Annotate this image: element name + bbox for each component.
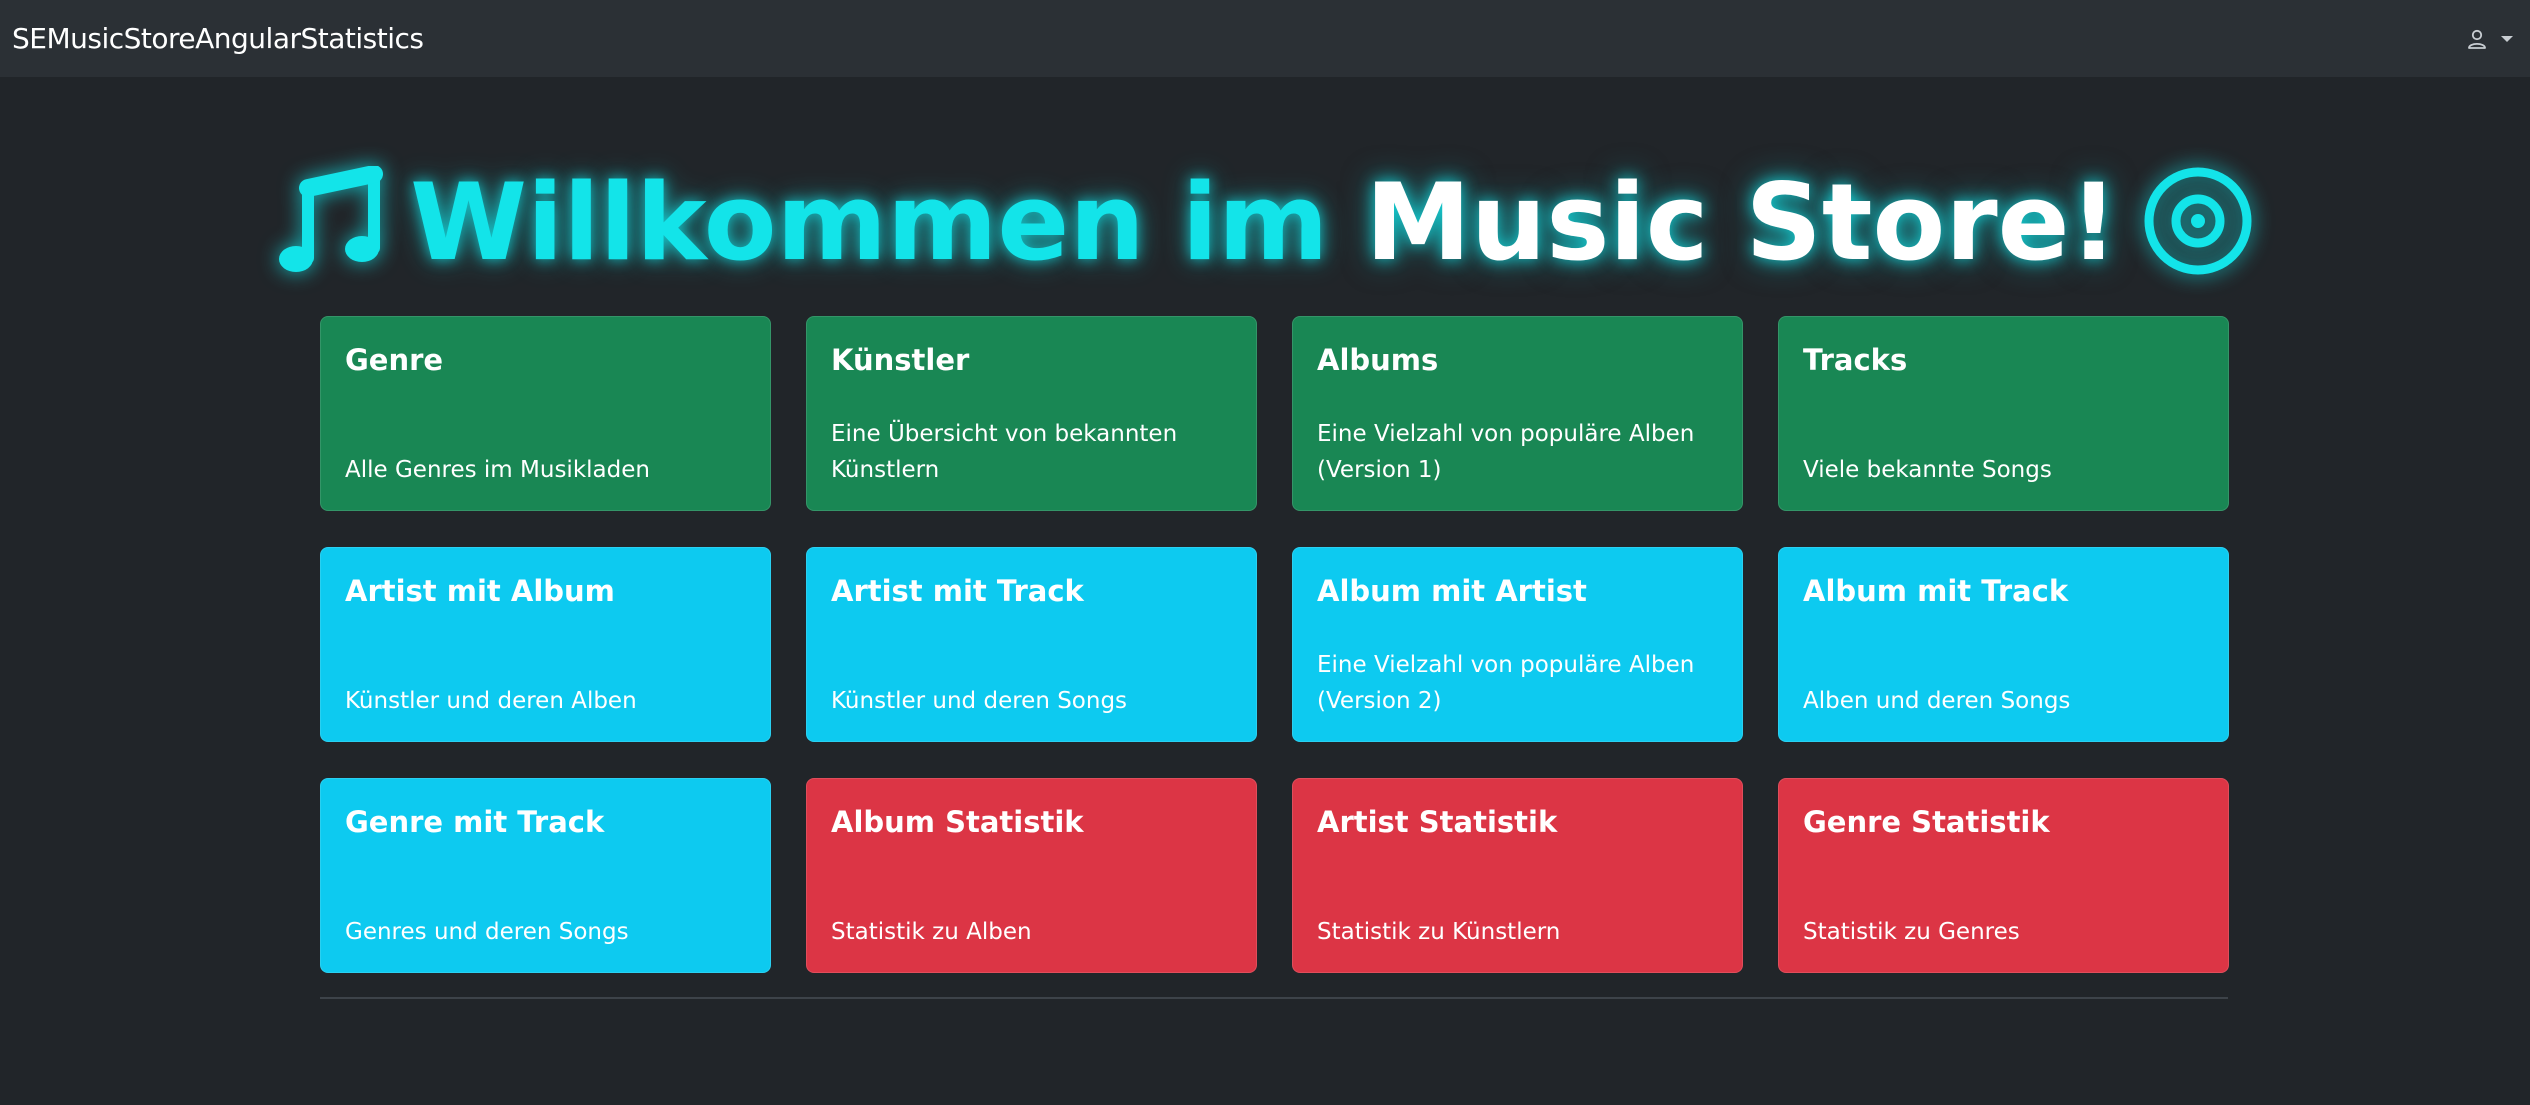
card-title: Album Statistik [831,805,1084,839]
card-title: Tracks [1803,343,1908,377]
card-title: Artist mit Album [345,574,615,608]
nav-card[interactable]: Genre Alle Genres im Musikladen [320,316,771,511]
card-description: Statistik zu Genres [1803,919,2020,945]
music-note-icon [276,165,386,280]
card-description: Künstler und deren Alben [345,688,637,714]
nav-card[interactable]: Genre mit Track Genres und deren Songs [320,778,771,973]
user-menu-dropdown[interactable] [2466,28,2514,50]
footer-divider [320,997,2228,999]
nav-card[interactable]: Album mit Artist Eine Vielzahl von populä… [1292,547,1743,742]
card-title: Album mit Track [1803,574,2069,608]
card-title: Artist mit Track [831,574,1084,608]
card-description: Statistik zu Künstlern [1317,919,1561,945]
card-title: Künstler [831,343,970,377]
welcome-title: Willkommen im Music Store! [410,170,2118,276]
top-navbar: SEMusicStoreAngularStatistics [0,0,2530,77]
nav-card[interactable]: Artist Statistik Statistik zu Künstlern [1292,778,1743,973]
card-description: Statistik zu Alben [831,919,1032,945]
welcome-title-plain: Music Store! [1365,161,2118,284]
nav-card[interactable]: Artist mit Album Künstler und deren Alben [320,547,771,742]
card-description: Viele bekannte Songs [1803,457,2052,483]
card-title: Album mit Artist [1317,574,1587,608]
navbar-brand[interactable]: SEMusicStoreAngularStatistics [12,22,424,55]
card-description: Alben und deren Songs [1803,688,2071,714]
card-title: Genre Statistik [1803,805,2050,839]
card-title: Artist Statistik [1317,805,1558,839]
nav-card[interactable]: Artist mit Track Künstler und deren Songs [806,547,1257,742]
navigation-cards: Genre Alle Genres im Musikladen Künstler Ei… [320,316,2229,973]
card-title: Genre [345,343,444,377]
caret-down-icon[interactable] [2500,34,2514,44]
vinyl-disc-icon [2142,165,2254,281]
nav-card[interactable]: Albums Eine Vielzahl von populäre Alben (… [1292,316,1743,511]
card-description: Alle Genres im Musikladen [345,457,650,483]
nav-card[interactable]: Album mit Track Alben und deren Songs [1778,547,2229,742]
nav-card[interactable]: Album Statistik Statistik zu Alben [806,778,1257,973]
welcome-title-accent: Willkommen im [410,161,1329,284]
nav-card[interactable]: Genre Statistik Statistik zu Genres [1778,778,2229,973]
card-title: Albums [1317,343,1439,377]
card-description: Eine Vielzahl von populäre Alben (Versio… [1317,652,1695,714]
user-icon[interactable] [2466,28,2488,50]
nav-card[interactable]: Tracks Viele bekannte Songs [1778,316,2229,511]
card-description: Eine Übersicht von bekannten Künstlern [831,421,1178,483]
welcome-hero: Willkommen im Music Store! [0,148,2530,298]
card-title: Genre mit Track [345,805,605,839]
card-description: Eine Vielzahl von populäre Alben (Versio… [1317,421,1695,483]
nav-card[interactable]: Künstler Eine Übersicht von bekannten Kün… [806,316,1257,511]
card-description: Genres und deren Songs [345,919,629,945]
card-description: Künstler und deren Songs [831,688,1128,714]
